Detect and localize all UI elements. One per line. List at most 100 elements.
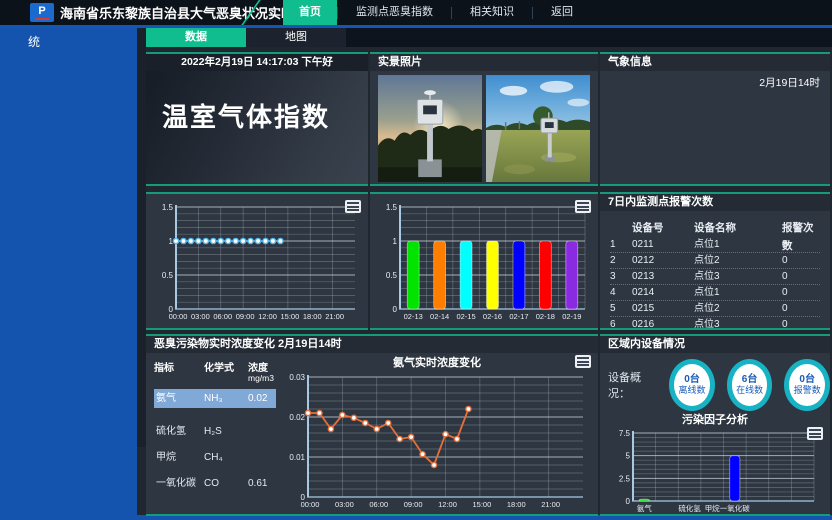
ammonia-chart-area: 氨气实时浓度变化 00.010.020.0300:0003:0006:0009:…: [276, 353, 598, 516]
main-nav: 首页 监测点恶臭指数 相关知识 返回: [283, 0, 591, 25]
stat-online-count: 6台在线数: [727, 359, 773, 411]
svg-text:0: 0: [626, 497, 631, 506]
svg-text:一氧化碳: 一氧化碳: [720, 503, 750, 513]
svg-text:1.5: 1.5: [162, 203, 174, 212]
svg-text:5: 5: [626, 452, 631, 461]
daily-index-chart: 0 0.5 1 1.5 02-13 02-14 02-15 02-16 02-17 02-18 02…: [374, 201, 594, 323]
table-row: 30213点位30: [610, 269, 820, 285]
panel-title: 区域内设备情况: [600, 336, 830, 353]
svg-text:硫化氢: 硫化氢: [678, 503, 701, 513]
chart-menu-icon[interactable]: [345, 200, 361, 213]
panel-weather: 气象信息 2月19日14时: [600, 52, 830, 186]
alarm-table-header: 设备号 设备名称 报警次数: [610, 219, 820, 237]
odor-table-header: 指标 化学式 浓度mg/m3: [154, 359, 276, 383]
svg-text:18:00: 18:00: [507, 500, 526, 509]
odor-row-ch4[interactable]: 甲烷CH₄: [154, 448, 276, 467]
nav-odor-index[interactable]: 监测点恶臭指数: [338, 0, 451, 25]
svg-text:02-17: 02-17: [509, 312, 528, 321]
panel-daily-index: 0 0.5 1 1.5 02-13 02-14 02-15 02-16 02-17 02-18 02…: [370, 192, 598, 330]
pollution-factor-chart: 0 2.5 5 7.5 氨气 硫化氢甲烷一氧化碳: [607, 427, 823, 515]
panel-title: 7日内监测点报警次数: [600, 194, 830, 211]
weather-time-label: 2月19日14时: [600, 71, 830, 90]
top-bar: P 海南省乐东黎族自治县大气恶臭状况实时发布系 首页 监测点恶臭指数 相关知识 …: [0, 0, 832, 25]
header-blue-divider: [0, 25, 832, 28]
panel-title: 恶臭污染物实时浓度变化 2月19日14时: [146, 336, 598, 353]
stat-offline-count: 0台离线数: [669, 359, 715, 411]
nav-home[interactable]: 首页: [283, 0, 337, 25]
tab-map[interactable]: 地图: [246, 28, 346, 47]
odor-table: 指标 化学式 浓度mg/m3 氨气NH₃0.02 硫化氢H₂S 甲烷CH₄ 一氧…: [146, 353, 276, 516]
chart-title: 氨气实时浓度变化: [276, 355, 598, 371]
table-row: 10211点位10: [610, 237, 820, 253]
tab-bar: 数据 地图: [146, 28, 832, 47]
chart-menu-icon[interactable]: [575, 355, 591, 368]
table-row: 20212点位20: [610, 253, 820, 269]
svg-text:06:00: 06:00: [369, 500, 388, 509]
table-row: 40214点位10: [610, 285, 820, 301]
svg-text:12:00: 12:00: [258, 312, 277, 321]
svg-text:02-14: 02-14: [430, 312, 449, 321]
svg-text:02-16: 02-16: [483, 312, 502, 321]
svg-text:03:00: 03:00: [191, 312, 210, 321]
stat-alarm-count: 0台报警数: [784, 359, 830, 411]
odor-row-co[interactable]: 一氧化碳CO0.61: [154, 474, 276, 493]
svg-text:0.5: 0.5: [386, 271, 398, 280]
ammonia-concentration-chart: 00.010.020.0300:0003:0006:0009:0012:0015…: [282, 371, 592, 511]
odor-row-h2s[interactable]: 硫化氢H₂S: [154, 422, 276, 441]
svg-text:2.5: 2.5: [619, 474, 631, 483]
svg-text:06:00: 06:00: [213, 312, 232, 321]
site-photo-dusk: [378, 74, 482, 183]
svg-text:0.5: 0.5: [162, 271, 174, 280]
svg-text:21:00: 21:00: [541, 500, 560, 509]
nav-back[interactable]: 返回: [533, 0, 591, 25]
svg-text:0: 0: [393, 305, 398, 314]
svg-text:09:00: 09:00: [236, 312, 255, 321]
panel-greenhouse-trend: 00.511.500:0003:0006:0009:0012:0015:0018…: [146, 192, 368, 330]
table-row: 50215点位20: [610, 301, 820, 317]
app-root: P 海南省乐东黎族自治县大气恶臭状况实时发布系 首页 监测点恶臭指数 相关知识 …: [0, 0, 832, 520]
overview-label: 设备概况：: [608, 369, 657, 401]
svg-text:7.5: 7.5: [619, 429, 631, 438]
svg-text:1.5: 1.5: [386, 203, 398, 212]
tab-data[interactable]: 数据: [146, 28, 246, 47]
odor-row-ammonia[interactable]: 氨气NH₃0.02: [154, 389, 276, 408]
svg-text:15:00: 15:00: [472, 500, 491, 509]
svg-text:02-19: 02-19: [562, 312, 581, 321]
datetime-label: 2022年2月19日 14:17:03 下午好: [146, 54, 368, 71]
svg-text:0.01: 0.01: [289, 453, 305, 462]
panel-title: 气象信息: [600, 54, 830, 71]
analysis-title: 污染因子分析: [600, 413, 830, 427]
svg-text:1: 1: [393, 237, 398, 246]
svg-text:02-15: 02-15: [456, 312, 475, 321]
svg-text:21:00: 21:00: [325, 312, 344, 321]
panel-site-photos: 实景照片: [370, 52, 598, 186]
chart-menu-icon[interactable]: [575, 200, 591, 213]
svg-text:甲烷: 甲烷: [705, 503, 720, 513]
svg-text:02-13: 02-13: [404, 312, 423, 321]
title-wrapped-char: 统: [0, 28, 137, 50]
site-photo-field: [486, 74, 590, 183]
svg-text:18:00: 18:00: [303, 312, 322, 321]
svg-text:02-18: 02-18: [536, 312, 555, 321]
svg-text:0.02: 0.02: [289, 413, 305, 422]
nav-knowledge[interactable]: 相关知识: [452, 0, 532, 25]
svg-text:12:00: 12:00: [438, 500, 457, 509]
svg-text:03:00: 03:00: [335, 500, 354, 509]
device-overview: 设备概况： 0台离线数 6台在线数 0台报警数: [600, 353, 830, 413]
panel-title: 实景照片: [370, 54, 598, 71]
panel-region-devices: 区域内设备情况 设备概况： 0台离线数 6台在线数 0台报警数 污染因子分析 0…: [600, 334, 830, 516]
svg-text:00:00: 00:00: [301, 500, 320, 509]
panel-odor-pollutants: 恶臭污染物实时浓度变化 2月19日14时 指标 化学式 浓度mg/m3 氨气NH…: [146, 334, 598, 516]
page-title: 温室气体指数: [146, 71, 368, 134]
svg-text:09:00: 09:00: [404, 500, 423, 509]
svg-text:0.03: 0.03: [289, 373, 305, 382]
table-row: 60216点位30: [610, 317, 820, 330]
greenhouse-index-chart: 00.511.500:0003:0006:0009:0012:0015:0018…: [150, 201, 364, 323]
svg-text:15:00: 15:00: [280, 312, 299, 321]
sidebar: 统: [0, 28, 137, 520]
svg-text:氨气: 氨气: [637, 503, 652, 513]
panel-alarm-counts: 7日内监测点报警次数 设备号 设备名称 报警次数 10211点位10 20212…: [600, 192, 830, 330]
svg-text:00:00: 00:00: [169, 312, 188, 321]
panel-welcome: 2022年2月19日 14:17:03 下午好 温室气体指数: [146, 52, 368, 186]
chart-menu-icon[interactable]: [807, 427, 823, 440]
